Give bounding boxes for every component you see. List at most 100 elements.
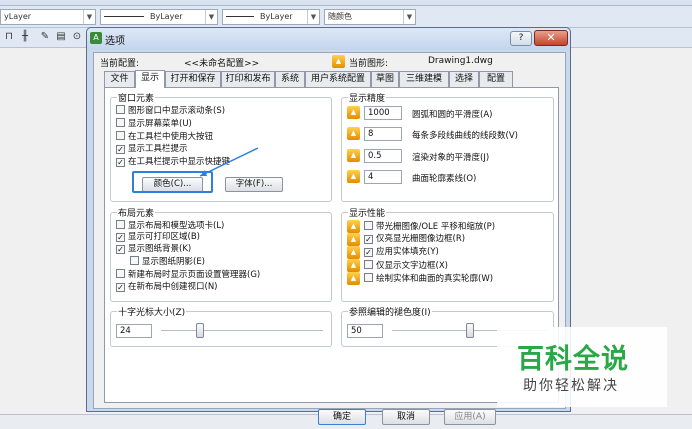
drawing-icon: ▲ [347, 233, 360, 246]
toolbar-icon[interactable]: ⊙ [70, 30, 84, 44]
ok-button[interactable]: 确定 [318, 409, 366, 425]
fonts-button[interactable]: 字体(F)... [225, 177, 283, 192]
checkbox-large-buttons[interactable]: 在工具栏中使用大按钮 [116, 131, 213, 142]
polyline-segments-input[interactable]: 8 [364, 127, 402, 141]
checkbox-box[interactable]: ✓ [116, 245, 125, 254]
checkbox-label: 仅显示文字边框(X) [376, 261, 448, 271]
chevron-down-icon: ▼ [307, 10, 319, 24]
layout-elements-title: 布局元素 [117, 206, 156, 219]
checkbox-create-viewport[interactable]: ✓ 在新布局中创建视口(N) [116, 282, 218, 293]
help-button[interactable]: ? [510, 31, 532, 46]
checkbox-box[interactable] [116, 220, 125, 229]
color-combo[interactable]: 随颜色 ▼ [324, 9, 416, 25]
checkbox-box[interactable]: ✓ [116, 233, 125, 242]
chevron-down-icon: ▼ [205, 10, 217, 24]
checkbox-box[interactable] [364, 221, 373, 230]
toolbar-icon[interactable]: ✎ [38, 30, 52, 44]
checkbox-box[interactable] [116, 118, 125, 127]
checkbox-raster-frame[interactable]: ✓ 仅亮显光栅图像边框(R) [364, 234, 465, 245]
checkbox-paper-background[interactable]: ✓ 显示图纸背景(K) [116, 244, 191, 255]
checkbox-text-boundary[interactable]: 仅显示文字边框(X) [364, 260, 448, 271]
checkbox-screen-menu[interactable]: 显示屏幕菜单(U) [116, 118, 192, 129]
checkbox-shortcut-keys[interactable]: ✓ 在工具栏提示中显示快捷键 [116, 157, 230, 168]
window-elements-title: 窗口元素 [117, 91, 156, 104]
close-button[interactable]: ✕ [534, 30, 568, 46]
arc-smoothness-label: 圆弧和圆的平滑度(A) [412, 110, 493, 120]
lineweight-combo-value: ByLayer [260, 12, 293, 21]
checkbox-printable-area[interactable]: ✓ 显示可打印区域(B) [116, 232, 200, 243]
watermark: 百科全说 助你轻松解决 [497, 327, 667, 407]
checkbox-label: 显示工具栏提示 [128, 144, 188, 154]
tab-drafting[interactable]: 草图 [371, 71, 399, 87]
checkbox-label: 显示图纸阴影(E) [142, 257, 206, 267]
drawing-icon: ▲ [347, 106, 360, 119]
checkbox-label: 在工具栏提示中显示快捷键 [128, 157, 231, 167]
toolbar-icon[interactable]: ╫ [18, 30, 32, 44]
tab-files[interactable]: 文件 [104, 71, 135, 87]
tab-display[interactable]: 显示 [135, 70, 165, 88]
tab-system[interactable]: 系统 [275, 71, 305, 87]
checkbox-scrollbars[interactable]: 图形窗口中显示滚动条(S) [116, 105, 225, 116]
checkbox-layout-tabs[interactable]: 显示布局和模型选项卡(L) [116, 220, 224, 231]
cad-properties-toolbar: yLayer ▼ ByLayer ▼ ByLayer ▼ 随颜色 ▼ [0, 6, 692, 28]
drawing-icon: ▲ [347, 272, 360, 285]
checkbox-box[interactable] [364, 273, 373, 282]
crosshair-slider-thumb[interactable] [195, 323, 204, 338]
contour-lines-input[interactable]: 4 [364, 170, 402, 184]
checkbox-box[interactable] [364, 260, 373, 269]
checkbox-label: 显示图纸背景(K) [128, 244, 192, 254]
tab-user-preferences[interactable]: 用户系统配置 [305, 71, 371, 87]
checkbox-box[interactable] [116, 131, 125, 140]
annotation-highlight [132, 171, 213, 193]
apply-button[interactable]: 应用(A) [444, 409, 496, 425]
toolbar-icon[interactable]: ⊓ [2, 30, 16, 44]
checkbox-box[interactable]: ✓ [116, 145, 125, 154]
crosshair-slider-track[interactable] [161, 330, 323, 332]
tab-profiles[interactable]: 配置 [479, 71, 513, 87]
checkbox-label: 显示布局和模型选项卡(L) [128, 221, 225, 231]
polyline-segments-label: 每条多段线曲线的线段数(V) [412, 131, 518, 141]
checkbox-box[interactable]: ✓ [364, 235, 373, 244]
render-smoothness-input[interactable]: 0.5 [364, 149, 402, 163]
checkbox-box[interactable]: ✓ [116, 158, 125, 167]
tab-open-save[interactable]: 打开和保存 [165, 71, 221, 87]
checkbox-box[interactable] [116, 269, 125, 278]
xref-fade-input[interactable]: 50 [347, 324, 383, 338]
checkbox-label: 带光栅图像/OLE 平移和缩放(P) [376, 222, 496, 232]
checkbox-box[interactable]: ✓ [364, 248, 373, 257]
xref-fade-title: 参照编辑的褪色度(I) [348, 305, 432, 318]
current-drawing-label: 当前图形: [349, 59, 389, 69]
checkbox-page-setup-manager[interactable]: 新建布局时显示页面设置管理器(G) [116, 269, 260, 280]
checkbox-solid-fill[interactable]: ✓ 应用实体填充(Y) [364, 247, 439, 258]
tab-3d-modeling[interactable]: 三维建模 [399, 71, 449, 87]
crosshair-size-input[interactable]: 24 [116, 324, 152, 338]
dialog-titlebar[interactable]: A 选项 ? ✕ [87, 28, 570, 50]
lineweight-combo[interactable]: ByLayer ▼ [222, 9, 320, 25]
checkbox-paper-shadow[interactable]: 显示图纸阴影(E) [130, 256, 205, 267]
line-sample [226, 16, 254, 17]
checkbox-label: 显示可打印区域(B) [128, 232, 200, 242]
xref-fade-slider-thumb[interactable] [465, 323, 474, 338]
toolbar-icon[interactable]: ▤ [54, 30, 68, 44]
dialog-title: 选项 [105, 36, 125, 47]
tab-selection[interactable]: 选择 [449, 71, 479, 87]
profile-row: 当前配置: <<未命名配置>> ▲ 当前图形: Drawing1.dwg [98, 55, 558, 69]
tab-plot-publish[interactable]: 打印和发布 [221, 71, 275, 87]
arc-smoothness-input[interactable]: 1000 [364, 106, 402, 120]
drawing-icon: ▲ [347, 220, 360, 233]
checkbox-tooltips[interactable]: ✓ 显示工具栏提示 [116, 144, 188, 155]
checkbox-box[interactable] [130, 256, 139, 265]
checkbox-true-silhouettes[interactable]: 绘制实体和曲面的真实轮廓(W) [364, 273, 493, 284]
drawing-icon: ▲ [347, 259, 360, 272]
cancel-button[interactable]: 取消 [382, 409, 430, 425]
line-sample [104, 16, 144, 17]
crosshair-size-title: 十字光标大小(Z) [117, 305, 187, 318]
layer-combo[interactable]: yLayer ▼ [0, 9, 96, 25]
checkbox-box[interactable]: ✓ [116, 283, 125, 292]
checkbox-raster-pan-zoom[interactable]: 带光栅图像/OLE 平移和缩放(P) [364, 221, 495, 232]
drawing-icon: ▲ [332, 55, 345, 68]
checkbox-label: 绘制实体和曲面的真实轮廓(W) [376, 274, 494, 284]
linetype-combo-value: ByLayer [150, 12, 183, 21]
linetype-combo[interactable]: ByLayer ▼ [100, 9, 218, 25]
checkbox-box[interactable] [116, 105, 125, 114]
